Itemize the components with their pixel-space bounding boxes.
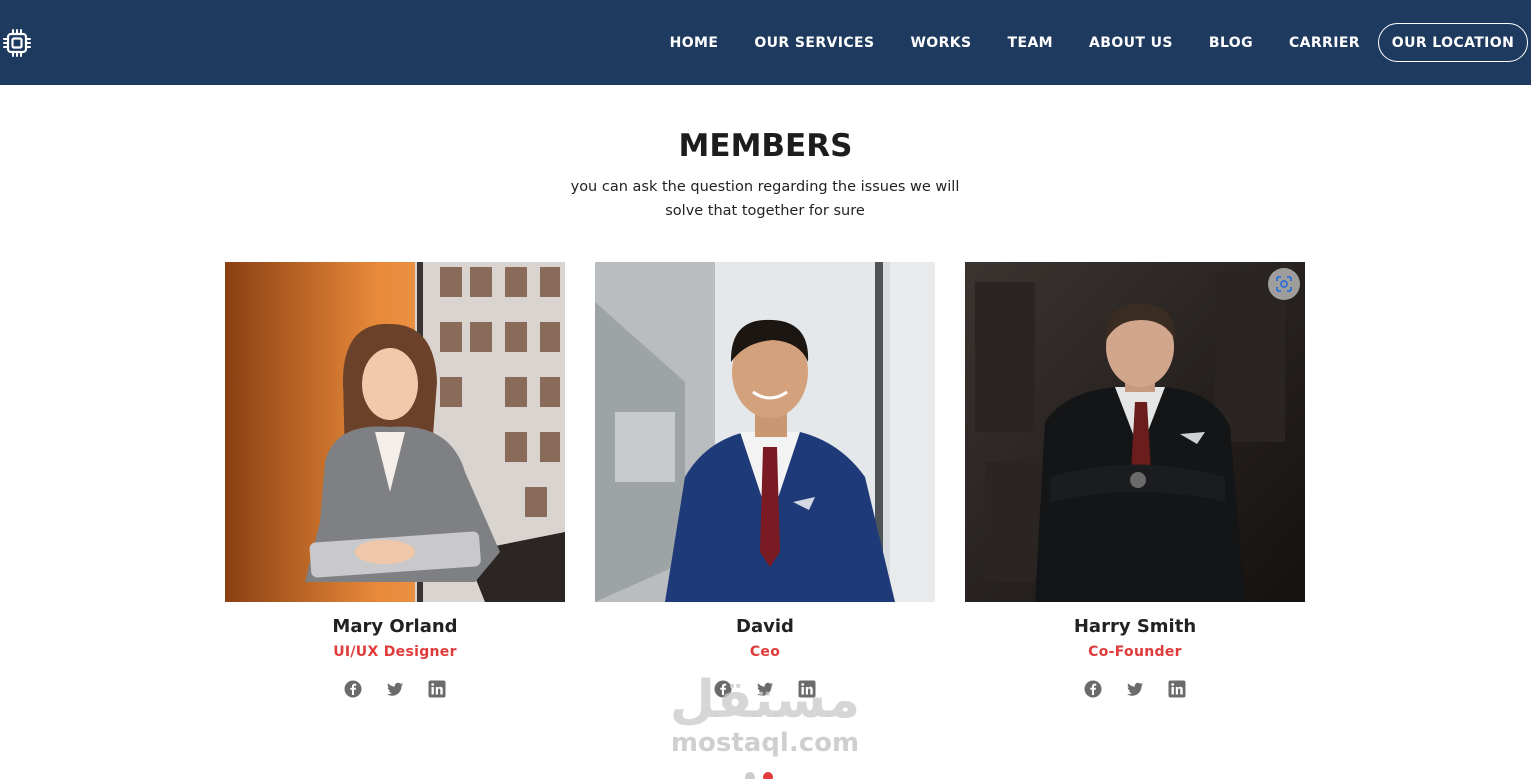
nav-link-team[interactable]: TEAM (1008, 35, 1053, 51)
facebook-icon[interactable] (714, 680, 732, 698)
nav-link-works[interactable]: WORKS (910, 35, 971, 51)
nav-links: HOME OUR SERVICES WORKS TEAM ABOUT US BL… (670, 23, 1528, 62)
member-role: Co-Founder (1088, 644, 1182, 660)
nav-link-about-us[interactable]: ABOUT US (1089, 35, 1173, 51)
member-role: UI/UX Designer (333, 644, 457, 660)
nav-link-carrier[interactable]: CARRIER (1289, 35, 1360, 51)
subtitle-line-2: solve that together for sure (665, 203, 865, 219)
top-navbar: HOME OUR SERVICES WORKS TEAM ABOUT US BL… (0, 0, 1531, 85)
facebook-icon[interactable] (344, 680, 362, 698)
social-links (225, 680, 565, 698)
nav-link-our-services[interactable]: OUR SERVICES (754, 35, 874, 51)
subtitle-line-1: you can ask the question regarding the i… (570, 179, 960, 195)
member-photo (595, 262, 935, 602)
carousel-dots (745, 772, 773, 779)
member-photo (225, 262, 565, 602)
watermark-latin: mostaql.com (670, 728, 860, 758)
member-name: David (736, 616, 794, 637)
facebook-icon[interactable] (1084, 680, 1102, 698)
social-links (965, 680, 1305, 698)
carousel-dot-active[interactable] (763, 772, 773, 779)
member-card: Harry Smith Co-Founder (965, 262, 1305, 698)
twitter-icon[interactable] (1126, 680, 1144, 698)
linkedin-icon[interactable] (798, 680, 816, 698)
member-photo (965, 262, 1305, 602)
chip-icon[interactable] (2, 28, 32, 58)
member-card: Mary Orland UI/UX Designer (225, 262, 565, 698)
nav-link-home[interactable]: HOME (670, 35, 719, 51)
twitter-icon[interactable] (386, 680, 404, 698)
member-name: Harry Smith (1073, 616, 1197, 637)
twitter-icon[interactable] (756, 680, 774, 698)
linkedin-icon[interactable] (1168, 680, 1186, 698)
member-role: Ceo (749, 644, 781, 660)
member-name: Mary Orland (332, 616, 458, 637)
nav-link-blog[interactable]: BLOG (1209, 35, 1253, 51)
our-location-button[interactable]: OUR LOCATION (1378, 23, 1528, 62)
lens-search-button[interactable] (1268, 268, 1300, 300)
lens-icon (1276, 276, 1292, 292)
section-subtitle: you can ask the question regarding the i… (565, 175, 965, 223)
linkedin-icon[interactable] (428, 680, 446, 698)
section-title: MEMBERS (678, 128, 853, 164)
carousel-dot[interactable] (745, 772, 755, 779)
member-card: David Ceo (595, 262, 935, 698)
social-links (595, 680, 935, 698)
